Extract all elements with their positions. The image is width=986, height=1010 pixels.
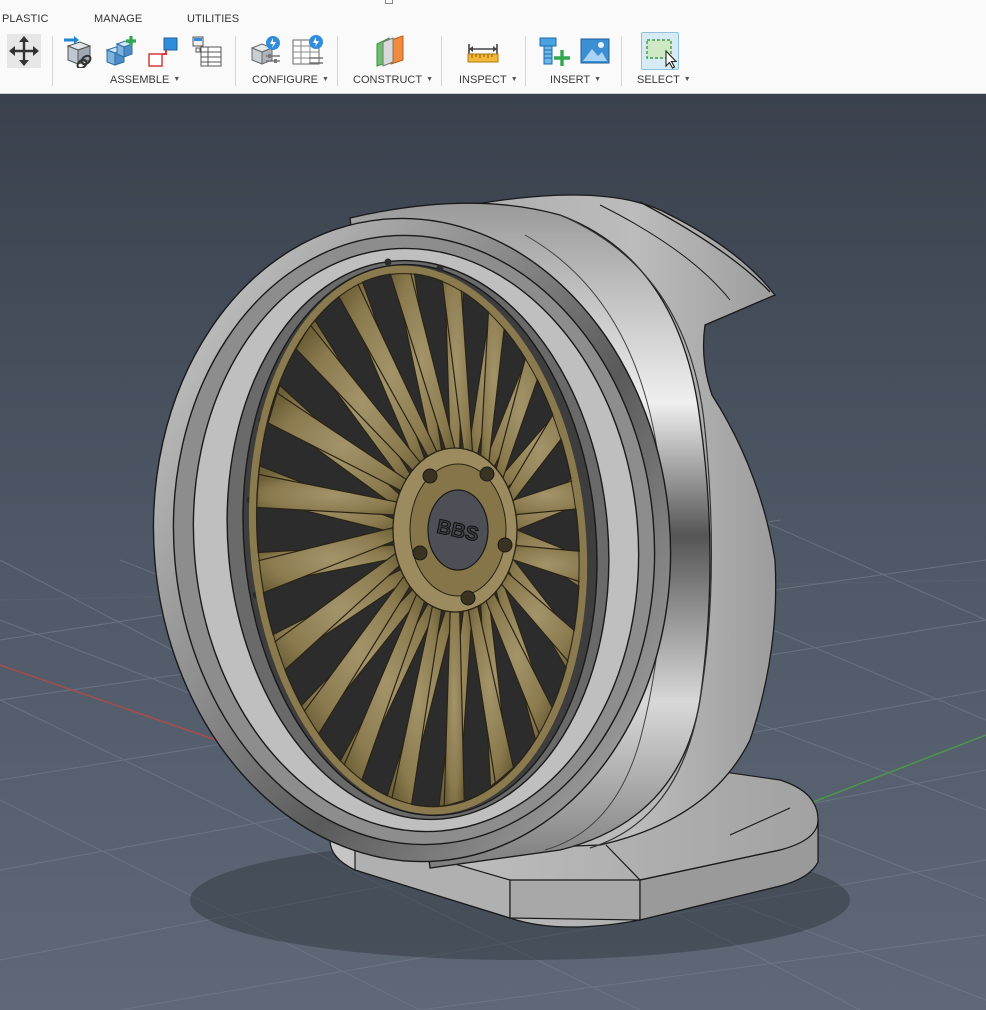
assemble-menu[interactable]: ASSEMBLE ▼ [110, 74, 180, 86]
window-grip-icon [385, 0, 393, 4]
tab-manage[interactable]: MANAGE [94, 13, 142, 25]
configure-table-icon [292, 35, 323, 65]
joint-button[interactable] [146, 34, 180, 68]
joint-icon [148, 37, 178, 67]
tab-plastic[interactable]: PLASTIC [2, 13, 49, 25]
model-render: BBS [0, 94, 986, 1010]
select-menu[interactable]: SELECT ▼ [637, 74, 691, 86]
construct-plane-icon [376, 35, 404, 67]
construct-label: CONSTRUCT [353, 74, 423, 86]
move-icon [7, 34, 41, 68]
configure-menu[interactable]: CONFIGURE ▼ [252, 74, 329, 86]
new-component-icon [105, 36, 136, 66]
configure-rule-button[interactable] [248, 34, 282, 68]
select-window-button[interactable] [641, 32, 679, 70]
select-label: SELECT [637, 74, 680, 86]
measure-button[interactable] [466, 34, 500, 68]
new-component-link-button[interactable] [62, 34, 96, 68]
inspect-menu[interactable]: INSPECT ▼ [459, 74, 518, 86]
insert-mcmaster-icon [539, 37, 570, 66]
new-component-button[interactable] [104, 34, 138, 68]
tab-utilities[interactable]: UTILITIES [187, 13, 239, 25]
chevron-down-icon: ▼ [173, 76, 181, 83]
insert-label: INSERT [550, 74, 591, 86]
table-button[interactable] [190, 34, 224, 68]
chevron-down-icon: ▼ [510, 76, 518, 83]
construct-plane-button[interactable] [373, 34, 407, 68]
chevron-down-icon: ▼ [426, 76, 433, 83]
construct-menu[interactable]: CONSTRUCT ▼ [353, 74, 433, 86]
wheel-hub: BBS [392, 447, 518, 613]
chevron-down-icon: ▼ [683, 76, 691, 83]
configure-label: CONFIGURE [252, 74, 318, 86]
move-button[interactable] [7, 34, 41, 68]
inspect-label: INSPECT [459, 74, 507, 86]
measure-icon [467, 44, 499, 63]
insert-canvas-icon [580, 38, 610, 64]
canvas-viewport[interactable]: BBS [0, 94, 986, 1010]
new-component-link-icon [64, 36, 92, 68]
chevron-down-icon: ▼ [322, 76, 329, 83]
configure-rule-icon [250, 36, 280, 65]
select-window-icon [646, 39, 678, 69]
table-icon [192, 36, 222, 67]
chevron-down-icon: ▼ [594, 76, 602, 83]
insert-mcmaster-button[interactable] [536, 34, 570, 68]
insert-canvas-button[interactable] [578, 34, 612, 68]
assemble-label: ASSEMBLE [110, 74, 170, 86]
insert-menu[interactable]: INSERT ▼ [550, 74, 601, 86]
configure-table-button[interactable] [291, 34, 325, 68]
toolbar: PLASTIC MANAGE UTILITIES ASSEMBLE ▼ CONF… [0, 0, 986, 94]
